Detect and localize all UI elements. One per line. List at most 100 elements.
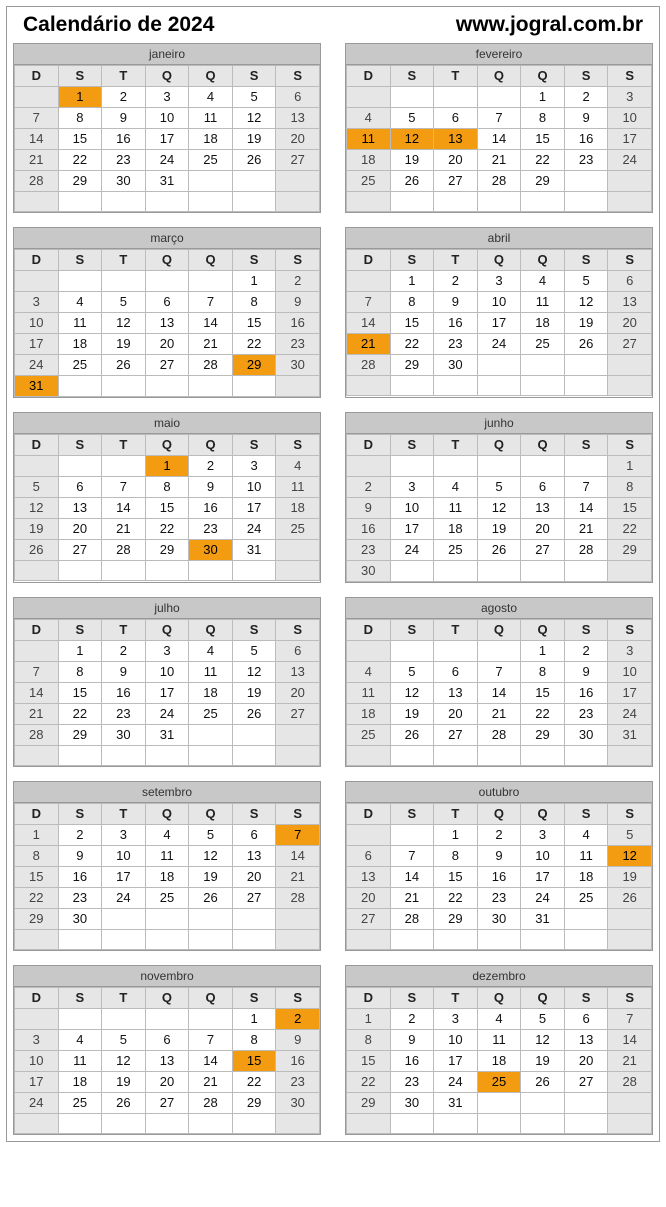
day-cell: 12 [390,129,434,150]
month-name: julho [14,598,320,619]
day-cell: 10 [608,108,652,129]
empty-cell [15,1009,59,1030]
day-cell: 6 [434,108,478,129]
empty-cell [102,930,146,950]
empty-cell [608,1093,652,1114]
day-cell: 26 [477,540,521,561]
month-agosto: agostoDSTQQSS123456789101112131415161718… [345,597,653,767]
day-cell: 7 [477,108,521,129]
weekday-header: S [276,988,320,1009]
day-cell: 12 [102,313,146,334]
day-cell: 22 [58,704,102,725]
empty-cell [521,561,565,582]
day-cell: 13 [276,108,320,129]
weekday-header: S [276,804,320,825]
weekday-header: S [564,620,608,641]
empty-cell [434,192,478,212]
empty-cell [434,930,478,950]
day-cell: 10 [521,846,565,867]
month-table: DSTQQSS123456789101112131415161718192021… [14,803,320,950]
day-cell: 23 [390,1072,434,1093]
day-cell: 27 [434,171,478,192]
day-cell: 22 [232,1072,276,1093]
empty-cell [276,1114,320,1134]
day-cell: 4 [477,1009,521,1030]
weekday-header: Q [477,620,521,641]
day-cell: 13 [608,292,652,313]
day-cell: 17 [232,498,276,519]
empty-cell [189,725,233,746]
day-cell: 30 [276,1093,320,1114]
day-cell: 24 [608,150,652,171]
day-cell: 12 [15,498,59,519]
day-cell: 9 [189,477,233,498]
day-cell: 1 [434,825,478,846]
day-cell: 11 [521,292,565,313]
day-cell: 27 [608,334,652,355]
day-cell: 4 [276,456,320,477]
day-cell: 16 [276,1051,320,1072]
day-cell: 2 [390,1009,434,1030]
day-cell: 23 [564,704,608,725]
day-cell: 18 [347,704,391,725]
day-cell: 25 [189,704,233,725]
day-cell: 14 [564,498,608,519]
day-cell: 8 [145,477,189,498]
day-cell: 13 [347,867,391,888]
day-cell: 26 [390,171,434,192]
day-cell: 20 [434,704,478,725]
day-cell: 8 [15,846,59,867]
month-abril: abrilDSTQQSS1234567891011121314151617181… [345,227,653,398]
weekday-header: S [564,435,608,456]
empty-cell [347,825,391,846]
day-cell: 17 [608,129,652,150]
day-cell: 9 [390,1030,434,1051]
weekday-header: S [232,250,276,271]
day-cell: 18 [189,683,233,704]
day-cell: 18 [477,1051,521,1072]
empty-cell [232,192,276,212]
day-cell: 25 [189,150,233,171]
empty-cell [15,930,59,950]
weekday-header: T [102,250,146,271]
weekday-header: Q [477,250,521,271]
day-cell: 29 [521,725,565,746]
month-name: abril [346,228,652,249]
day-cell: 14 [477,683,521,704]
empty-cell [145,909,189,930]
day-cell: 22 [232,334,276,355]
day-cell: 28 [347,355,391,376]
day-cell: 14 [189,313,233,334]
day-cell: 29 [58,171,102,192]
day-cell: 20 [276,683,320,704]
weekday-header: S [58,988,102,1009]
empty-cell [390,641,434,662]
day-cell: 15 [232,313,276,334]
month-table: DSTQQSS123456789101112131415161718192021… [14,619,320,766]
month-julho: julhoDSTQQSS1234567891011121314151617181… [13,597,321,767]
day-cell: 20 [145,334,189,355]
weekday-header: D [347,620,391,641]
empty-cell [232,376,276,397]
day-cell: 7 [276,825,320,846]
empty-cell [521,355,565,376]
weekday-header: S [58,804,102,825]
day-cell: 14 [477,129,521,150]
empty-cell [102,1114,146,1134]
day-cell: 2 [58,825,102,846]
day-cell: 13 [276,662,320,683]
day-cell: 3 [15,292,59,313]
day-cell: 5 [477,477,521,498]
day-cell: 25 [521,334,565,355]
empty-cell [58,271,102,292]
empty-cell [232,909,276,930]
day-cell: 17 [390,519,434,540]
weekday-header: Q [521,66,565,87]
day-cell: 19 [232,683,276,704]
day-cell: 29 [232,355,276,376]
day-cell: 27 [145,355,189,376]
day-cell: 24 [15,355,59,376]
day-cell: 20 [58,519,102,540]
empty-cell [347,1114,391,1134]
weekday-header: S [564,66,608,87]
